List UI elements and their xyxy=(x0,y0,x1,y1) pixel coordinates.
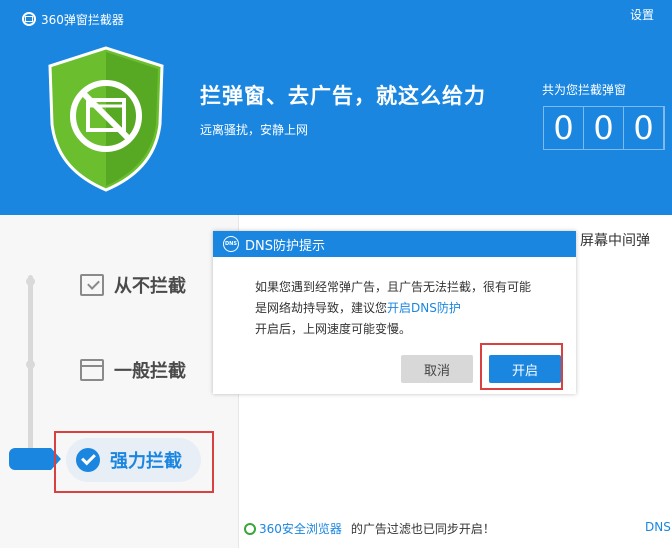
counter-label: 共为您拦截弹窗 xyxy=(542,83,627,97)
level-never-label: 从不拦截 xyxy=(114,276,186,297)
enable-button[interactable]: 开启 xyxy=(489,355,561,383)
slogan: 拦弹窗、去广告，就这么给力 xyxy=(200,84,486,108)
slider-stop[interactable] xyxy=(26,277,35,286)
level-strong-label: 强力拦截 xyxy=(110,451,182,472)
footer-dns-link[interactable]: DNS xyxy=(645,520,671,534)
browser-icon xyxy=(244,522,256,535)
dns-icon: DNS xyxy=(223,236,239,252)
settings-button[interactable]: 设置 xyxy=(630,6,654,23)
app-title: 360弹窗拦截器 xyxy=(22,10,124,28)
level-normal-label: 一般拦截 xyxy=(114,361,186,382)
level-slider-handle[interactable] xyxy=(9,448,61,470)
footer-notice: 360安全浏览器 的广告过滤也已同步开启！ xyxy=(244,520,495,537)
level-slider-track[interactable] xyxy=(28,275,33,463)
enable-dns-link[interactable]: 开启DNS防护 xyxy=(387,301,461,315)
app-logo-icon xyxy=(22,12,36,26)
check-circle-icon xyxy=(76,448,100,472)
block-counter: 0 0 0 xyxy=(543,106,665,150)
description-text: 、屏幕中间弹 xyxy=(566,233,650,249)
shield-icon xyxy=(48,46,164,192)
dialog-line: 如果您遇到经常弹广告，且广告无法拦截，很有可能 xyxy=(255,280,532,294)
dialog-line: 是网络劫持导致，建议您开启DNS防护 xyxy=(255,298,531,319)
dialog-title: DNS防护提示 xyxy=(245,238,325,254)
slider-stop[interactable] xyxy=(26,360,35,369)
app-title-text: 360弹窗拦截器 xyxy=(41,12,124,27)
counter-digit: 0 xyxy=(544,107,584,149)
browser-link[interactable]: 360安全浏览器 xyxy=(259,520,342,537)
counter-digit: 0 xyxy=(584,107,624,149)
dialog-message: 如果您遇到经常弹广告，且广告无法拦截，很有可能 是网络劫持导致，建议您开启DNS… xyxy=(255,277,531,340)
cancel-button[interactable]: 取消 xyxy=(401,355,473,383)
dialog-line-prefix: 是网络劫持导致，建议您 xyxy=(255,301,388,315)
dialog-title-bar: DNS DNS防护提示 xyxy=(213,231,576,257)
dns-dialog: DNS DNS防护提示 如果您遇到经常弹广告，且广告无法拦截，很有可能 是网络劫… xyxy=(213,231,576,394)
checkbox-window-icon xyxy=(80,274,104,296)
level-never-option[interactable]: 从不拦截 xyxy=(80,272,186,298)
level-normal-option[interactable]: 一般拦截 xyxy=(80,357,186,383)
header: 360弹窗拦截器 设置 拦弹窗、去广告，就这么给力 远离骚扰，安静上网 共为您拦… xyxy=(0,0,672,215)
window-icon xyxy=(80,359,104,381)
counter-digit: 0 xyxy=(624,107,664,149)
level-strong-option[interactable]: 强力拦截 xyxy=(66,438,201,482)
footer-message: 的广告过滤也已同步开启！ xyxy=(350,522,495,536)
subslogan: 远离骚扰，安静上网 xyxy=(200,123,309,137)
dialog-line: 开启后，上网速度可能变慢。 xyxy=(255,322,412,336)
